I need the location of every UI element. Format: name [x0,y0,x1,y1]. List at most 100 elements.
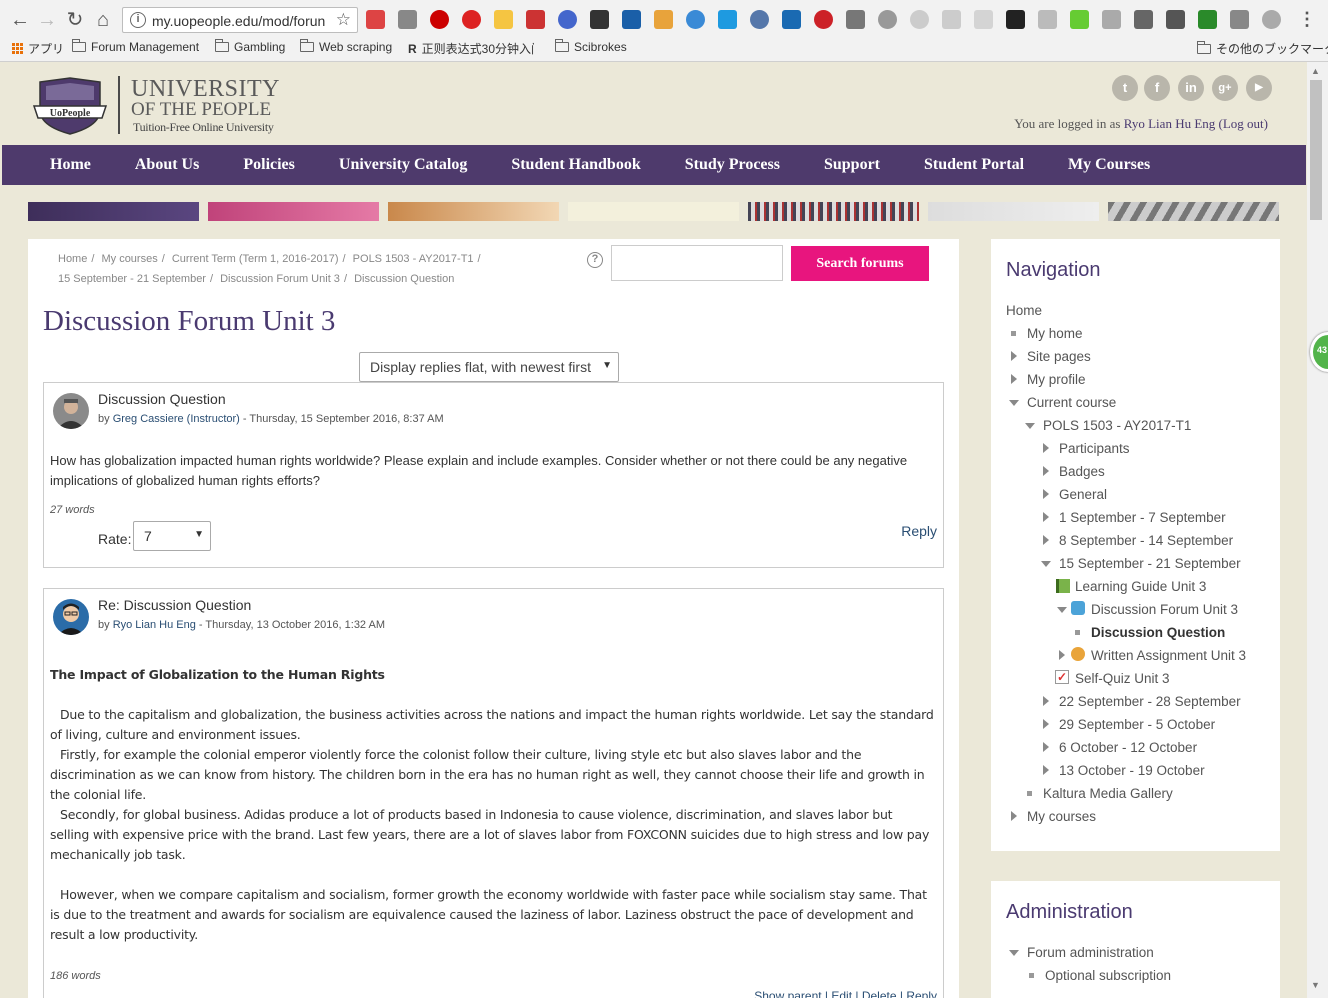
nav-item[interactable]: My home [1027,326,1083,341]
expand-icon[interactable] [1043,719,1049,729]
extension-icon[interactable] [750,10,769,29]
collapse-icon[interactable] [1009,400,1019,406]
help-icon[interactable]: ? [587,252,603,268]
expand-icon[interactable] [1043,765,1049,775]
expand-icon[interactable] [1043,742,1049,752]
extension-icon[interactable] [942,10,961,29]
breadcrumb-item[interactable]: Discussion Forum Unit 3 [220,273,340,285]
nav-university-catalog[interactable]: University Catalog [339,145,467,185]
star-icon[interactable] [718,10,737,29]
bookmark-forum-management[interactable]: Forum Management [71,39,199,54]
scroll-down-icon[interactable]: ▼ [1311,980,1320,990]
googleplus-icon[interactable]: g+ [1212,75,1238,101]
post-actions[interactable]: Show parent | Edit | Delete | Reply [754,989,937,998]
scrollbar-thumb[interactable] [1310,80,1322,220]
reload-icon[interactable]: ↻ [63,8,87,32]
expand-icon[interactable] [1059,650,1065,660]
extension-icon[interactable] [1070,10,1089,29]
adblock-icon[interactable] [430,10,449,29]
nav-about-us[interactable]: About Us [135,145,199,185]
nav-item[interactable]: Home [1006,303,1042,318]
extension-icon[interactable] [654,10,673,29]
download-icon[interactable] [1166,10,1185,29]
rate-select[interactable]: 7 ▼ [133,521,211,551]
nav-item[interactable]: Self-Quiz Unit 3 [1075,671,1170,686]
extension-icon[interactable] [1134,10,1153,29]
twitter-icon[interactable]: t [1112,75,1138,101]
extension-icon[interactable] [1230,10,1249,29]
nav-item[interactable]: 6 October - 12 October [1059,740,1197,755]
search-input[interactable] [611,245,783,281]
nav-item[interactable]: Participants [1059,441,1130,456]
expand-icon[interactable] [1043,696,1049,706]
extension-icon[interactable] [974,10,993,29]
expand-icon[interactable] [1011,351,1017,361]
breadcrumb-item[interactable]: 15 September - 21 September [58,273,206,285]
extension-icon[interactable] [1102,10,1121,29]
nav-home[interactable]: Home [50,145,91,185]
film-icon[interactable] [590,10,609,29]
nav-item[interactable]: Site pages [1027,349,1091,364]
collapse-icon[interactable] [1009,950,1019,956]
v-icon[interactable] [1198,10,1217,29]
expand-icon[interactable] [1043,443,1049,453]
extension-icon[interactable] [846,10,865,29]
nav-item[interactable]: Written Assignment Unit 3 [1091,648,1246,663]
pinterest-icon[interactable] [814,10,833,29]
opera-icon[interactable] [462,10,481,29]
nav-item[interactable]: Kaltura Media Gallery [1043,786,1173,801]
search-forums-button[interactable]: Search forums [791,246,929,281]
collapse-icon[interactable] [1057,607,1067,613]
admin-item[interactable]: Optional subscription [1045,968,1171,983]
extension-icon[interactable] [366,10,385,29]
expand-icon[interactable] [1043,535,1049,545]
bookmark-apps[interactable]: アプリ [12,40,64,57]
menu-icon[interactable]: ⋮ [1298,9,1316,30]
reply-link[interactable]: Reply [901,523,937,539]
home-icon[interactable]: ⌂ [91,8,115,32]
nav-item[interactable]: My courses [1027,809,1096,824]
nav-student-handbook[interactable]: Student Handbook [511,145,640,185]
pdf-icon[interactable] [526,10,545,29]
extension-icon[interactable] [910,10,929,29]
bookmark-scibrokes[interactable]: Scibrokes [554,39,627,54]
youtube-icon[interactable]: ▶ [1246,75,1272,101]
nav-item[interactable]: 13 October - 19 October [1059,763,1205,778]
nav-item[interactable]: 1 September - 7 September [1059,510,1226,525]
nav-item[interactable]: Badges [1059,464,1105,479]
bookmark-regex[interactable]: R 正则表达式30分钟入门 [408,40,534,57]
breadcrumb-item[interactable]: Current Term (Term 1, 2016-2017) [172,253,339,265]
bookmark-gambling[interactable]: Gambling [214,39,285,54]
avatar[interactable] [53,599,89,635]
facebook-icon[interactable]: f [1144,75,1170,101]
expand-icon[interactable] [1043,489,1049,499]
nav-my-courses[interactable]: My Courses [1068,145,1150,185]
breadcrumb-item[interactable]: Home [58,253,87,265]
info-icon[interactable]: i [130,12,146,28]
nav-item[interactable]: 8 September - 14 September [1059,533,1233,548]
avatar[interactable] [53,393,89,429]
expand-icon[interactable] [1043,512,1049,522]
nav-policies[interactable]: Policies [243,145,295,185]
back-icon[interactable]: ← [8,8,32,32]
nav-student-portal[interactable]: Student Portal [924,145,1024,185]
extension-icon[interactable] [878,10,897,29]
extension-icon[interactable] [1038,10,1057,29]
nav-item[interactable]: Current course [1027,395,1116,410]
nav-support[interactable]: Support [824,145,880,185]
breadcrumb-item[interactable]: POLS 1503 - AY2017-T1 [353,253,474,265]
nav-item[interactable]: POLS 1503 - AY2017-T1 [1043,418,1191,433]
extension-icon[interactable] [558,10,577,29]
address-bar[interactable]: i my.uopeople.edu/mod/forun ☆ [122,7,358,33]
nav-study-process[interactable]: Study Process [685,145,780,185]
expand-icon[interactable] [1011,374,1017,384]
s-icon[interactable] [1262,10,1281,29]
bookmark-star-icon[interactable]: ☆ [336,10,351,30]
bookmark-other[interactable]: その他のブックマーク [1196,40,1328,57]
scroll-up-icon[interactable]: ▲ [1311,66,1320,76]
author-link[interactable]: Ryo Lian Hu Eng [113,619,196,631]
uopeople-logo[interactable]: UoPeople [32,76,108,136]
user-link[interactable]: Ryo Lian Hu Eng [1124,116,1216,131]
breadcrumb-item[interactable]: My courses [101,253,157,265]
m-icon[interactable] [782,10,801,29]
